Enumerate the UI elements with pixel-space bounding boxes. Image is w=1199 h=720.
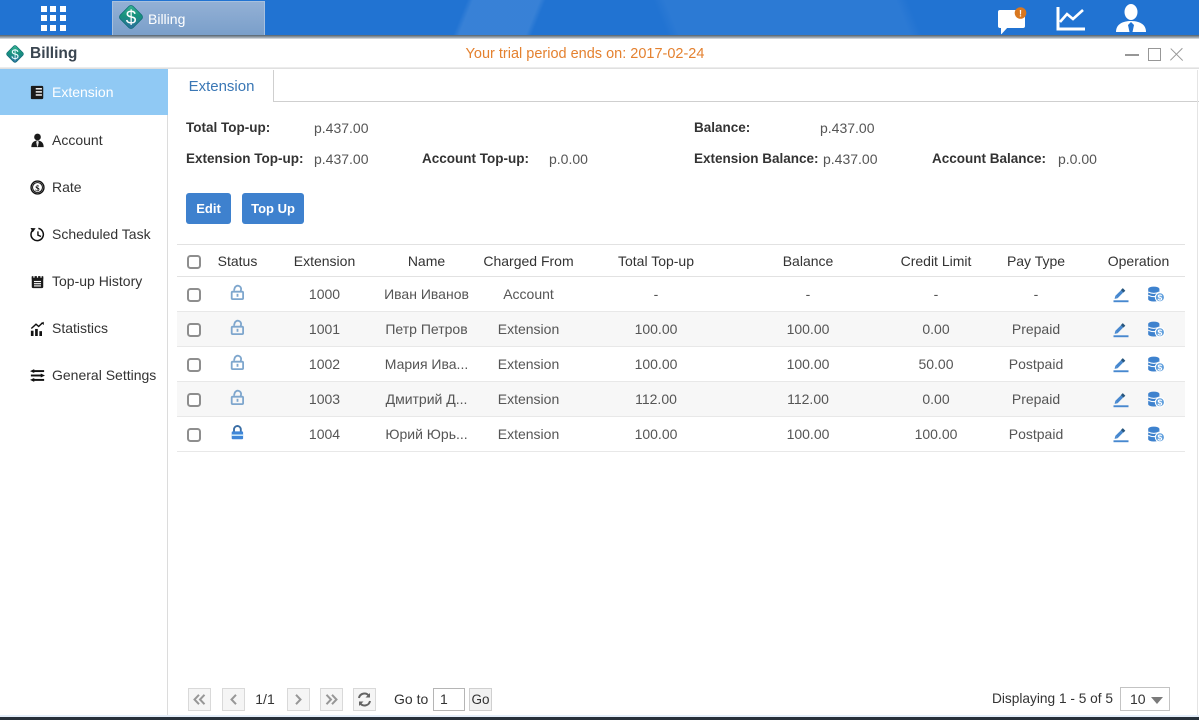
svg-text:$: $ [35, 183, 40, 193]
svg-text:!: ! [1019, 9, 1022, 19]
svg-text:$: $ [1158, 397, 1163, 407]
svg-text:$: $ [1158, 327, 1163, 337]
svg-text:$: $ [126, 8, 137, 29]
svg-text:$: $ [1158, 362, 1163, 372]
svg-text:$: $ [1158, 432, 1163, 442]
svg-text:$: $ [1158, 292, 1163, 302]
